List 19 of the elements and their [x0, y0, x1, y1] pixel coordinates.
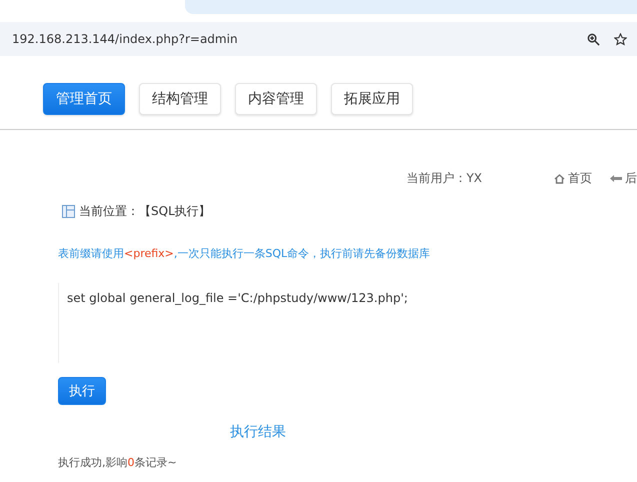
tip-text: 表前缀请使用<prefix>,一次只能执行一条SQL命令，执行前请先备份数据库 — [57, 246, 432, 261]
home-icon — [554, 174, 565, 184]
current-user-text: 当前用户：YX — [406, 170, 482, 187]
zoom-icon[interactable] — [587, 32, 600, 46]
home-link[interactable]: 首页 — [554, 170, 592, 187]
result-message: 执行成功,影响0条记录~ — [57, 455, 178, 470]
nav-tab[interactable]: 内容管理 — [235, 83, 317, 115]
url-text: 192.168.213.144/index.php?r=admin — [12, 32, 239, 46]
layout-icon — [62, 205, 75, 218]
back-link[interactable]: 后 — [610, 170, 637, 187]
nav-tab[interactable]: 结构管理 — [139, 83, 221, 115]
result-title: 执行结果 — [230, 423, 286, 441]
address-bar[interactable]: 192.168.213.144/index.php?r=admin — [0, 22, 637, 56]
star-icon[interactable] — [614, 32, 627, 46]
nav-tab[interactable]: 管理首页 — [43, 83, 125, 115]
nav-tab[interactable]: 拓展应用 — [331, 83, 413, 115]
execute-button[interactable]: 执行 — [58, 377, 106, 405]
breadcrumb-text: 当前位置：【SQL执行】 — [79, 203, 211, 220]
back-arrow-icon — [610, 174, 622, 183]
